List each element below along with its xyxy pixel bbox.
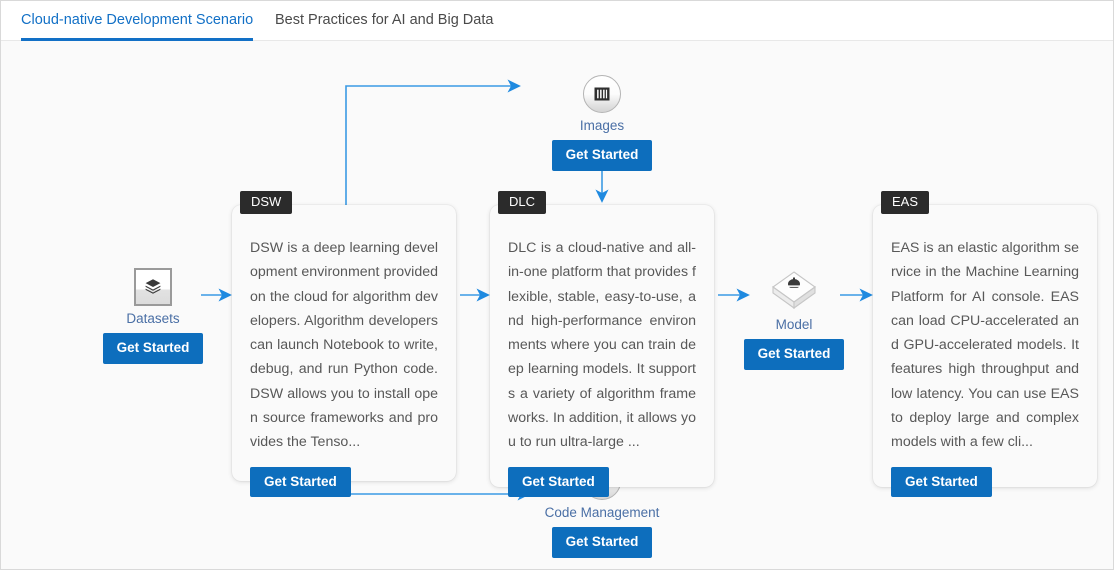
card-title-badge: EAS (881, 191, 930, 215)
get-started-button-dsw[interactable]: Get Started (250, 466, 351, 498)
node-model[interactable]: Model Get Started (704, 268, 884, 370)
get-started-button-model[interactable]: Get Started (743, 339, 845, 370)
node-button-wrap: Get Started (63, 333, 243, 364)
tab-bar: Cloud-native Development Scenario Best P… (1, 1, 1113, 41)
card-title-badge: DLC (498, 191, 547, 215)
card-footer: Get Started (232, 455, 456, 514)
get-started-button-dlc[interactable]: Get Started (508, 466, 609, 498)
model-cube-icon (770, 268, 818, 312)
images-container-icon (583, 75, 621, 113)
card-eas: EAS EAS is an elastic algorithm service … (873, 191, 1097, 498)
node-label: Images (579, 118, 625, 133)
stack-layers-glyph (145, 279, 161, 294)
card-footer: Get Started (490, 455, 714, 514)
get-started-button-code-management[interactable]: Get Started (551, 527, 653, 558)
edge-dsw-to-images (345, 79, 521, 205)
card-dsw: DSW DSW is a deep learning development e… (232, 191, 456, 498)
get-started-button-images[interactable]: Get Started (551, 140, 653, 171)
card-title-badge: DSW (240, 191, 293, 215)
tab-label: Best Practices for AI and Big Data (275, 12, 494, 28)
card-description: EAS is an elastic algorithm service in t… (891, 240, 1079, 451)
datasets-stack-icon (134, 268, 172, 306)
node-label: Model (775, 317, 813, 332)
node-button-wrap: Get Started (512, 140, 692, 171)
node-datasets[interactable]: Datasets Get Started (63, 268, 243, 364)
card-footer: Get Started (873, 455, 1097, 514)
card-description: DLC is a cloud-native and all-in-one pla… (508, 240, 696, 451)
get-started-button-datasets[interactable]: Get Started (102, 333, 204, 364)
get-started-button-eas[interactable]: Get Started (891, 466, 992, 498)
node-button-wrap: Get Started (704, 339, 884, 370)
card-dlc: DLC DLC is a cloud-native and all-in-one… (490, 191, 714, 498)
tab-best-practices-for-ai-and-big-data[interactable]: Best Practices for AI and Big Data (275, 1, 493, 41)
node-label: Datasets (126, 311, 180, 326)
container-glyph (594, 87, 610, 101)
tab-cloud-native-development-scenario[interactable]: Cloud-native Development Scenario (21, 1, 254, 41)
scenario-page: Cloud-native Development Scenario Best P… (0, 0, 1114, 570)
node-button-wrap: Get Started (512, 527, 692, 558)
tab-label: Cloud-native Development Scenario (21, 12, 254, 28)
node-images[interactable]: Images Get Started (512, 75, 692, 171)
card-description: DSW is a deep learning development envir… (250, 240, 438, 451)
cube-glyph (772, 271, 816, 310)
diagram-canvas: Datasets Get Started Images Get Started (1, 41, 1113, 569)
